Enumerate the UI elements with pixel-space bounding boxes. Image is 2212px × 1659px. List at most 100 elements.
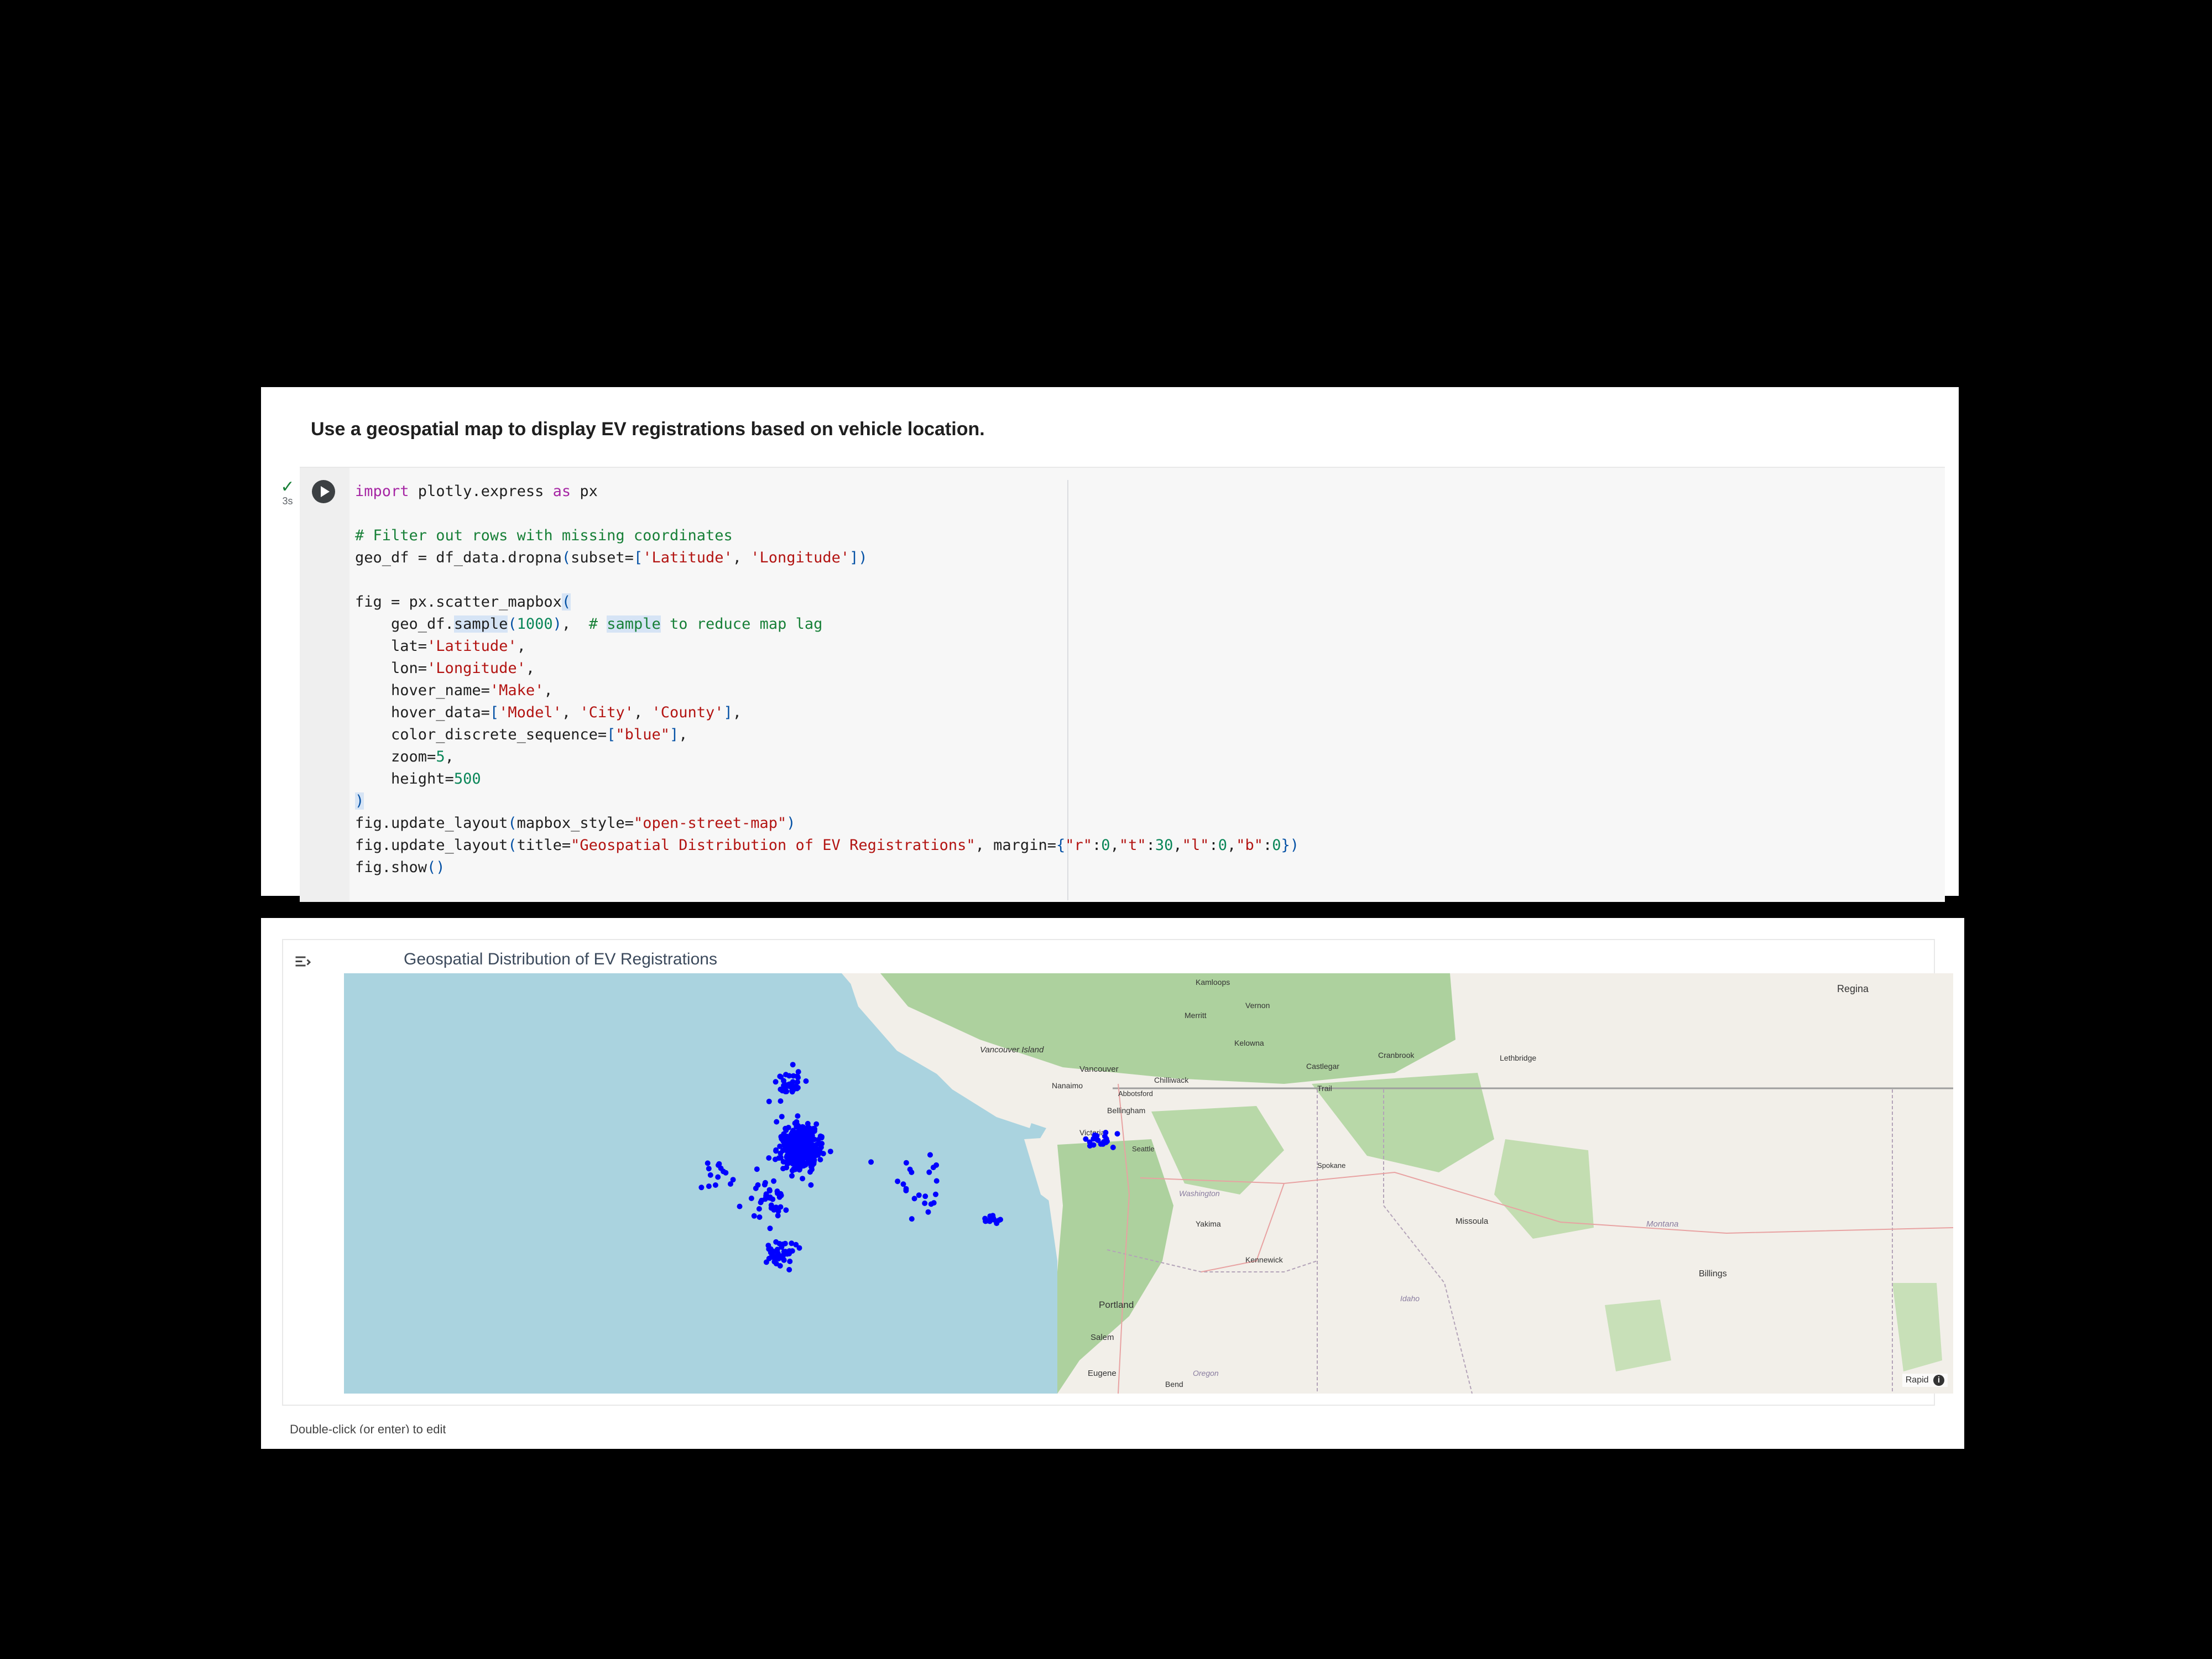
ev-registration-point[interactable] <box>811 1159 817 1165</box>
ev-registration-point[interactable] <box>706 1183 712 1190</box>
ev-registration-point[interactable] <box>716 1162 721 1168</box>
ev-registration-point[interactable] <box>808 1182 814 1188</box>
ev-registration-point[interactable] <box>780 1166 786 1172</box>
ev-registration-point[interactable] <box>776 1253 782 1259</box>
ev-registration-point[interactable] <box>1103 1130 1109 1135</box>
code-cell[interactable]: ✓ 3s import plotly.express as px # Filte… <box>280 467 1945 902</box>
ev-registration-point[interactable] <box>907 1166 913 1172</box>
ev-registration-point[interactable] <box>706 1166 712 1172</box>
ev-registration-point[interactable] <box>790 1062 796 1068</box>
ev-registration-point[interactable] <box>794 1086 800 1092</box>
ev-registration-point[interactable] <box>751 1213 757 1219</box>
ev-registration-point[interactable] <box>773 1156 778 1162</box>
output-toggle-icon[interactable] <box>293 952 313 972</box>
ev-registration-point[interactable] <box>800 1124 806 1130</box>
ev-registration-point[interactable] <box>786 1267 792 1272</box>
ev-registration-point[interactable] <box>783 1207 789 1213</box>
ev-registration-point[interactable] <box>775 1208 781 1214</box>
ev-registration-point[interactable] <box>797 1154 804 1160</box>
ev-registration-point[interactable] <box>786 1073 792 1079</box>
ev-registration-point[interactable] <box>900 1181 906 1187</box>
ev-registration-point[interactable] <box>771 1178 777 1184</box>
ev-registration-point[interactable] <box>705 1160 711 1166</box>
ev-registration-point[interactable] <box>787 1081 793 1087</box>
ev-registration-point[interactable] <box>817 1157 823 1162</box>
ev-registration-point[interactable] <box>927 1152 933 1158</box>
ev-registration-point[interactable] <box>780 1159 786 1165</box>
ev-registration-point[interactable] <box>803 1078 809 1084</box>
run-cell-button[interactable] <box>312 480 335 503</box>
ev-registration-point[interactable] <box>763 1192 769 1198</box>
ev-registration-point[interactable] <box>754 1166 760 1172</box>
ev-registration-point[interactable] <box>712 1182 718 1188</box>
ev-registration-point[interactable] <box>784 1154 790 1160</box>
ev-registration-point[interactable] <box>799 1143 805 1149</box>
ev-registration-point[interactable] <box>777 1073 783 1079</box>
ev-registration-point[interactable] <box>796 1167 802 1173</box>
ev-registration-point[interactable] <box>987 1218 993 1224</box>
ev-registration-point[interactable] <box>808 1141 813 1147</box>
ev-registration-point[interactable] <box>794 1123 800 1129</box>
ev-registration-point[interactable] <box>782 1240 788 1246</box>
ev-registration-point[interactable] <box>773 1148 779 1154</box>
ev-registration-point[interactable] <box>761 1182 768 1188</box>
ev-registration-point[interactable] <box>784 1088 790 1094</box>
ev-registration-point[interactable] <box>786 1160 792 1166</box>
ev-registration-point[interactable] <box>928 1201 934 1207</box>
ev-registration-point[interactable] <box>807 1169 813 1175</box>
ev-registration-point[interactable] <box>789 1240 795 1246</box>
ev-registration-point[interactable] <box>795 1079 801 1085</box>
ev-registration-point[interactable] <box>803 1152 809 1159</box>
ev-registration-point[interactable] <box>909 1216 915 1222</box>
ev-registration-point[interactable] <box>990 1213 996 1219</box>
ev-registration-point[interactable] <box>933 1191 938 1197</box>
ev-registration-point[interactable] <box>773 1261 779 1267</box>
ev-registration-point[interactable] <box>766 1098 772 1104</box>
ev-registration-point[interactable] <box>1114 1131 1120 1137</box>
ev-registration-point[interactable] <box>796 1245 802 1251</box>
ev-registration-point[interactable] <box>773 1079 779 1085</box>
code-editor[interactable]: import plotly.express as px # Filter out… <box>355 481 1299 879</box>
ev-registration-point[interactable] <box>789 1088 795 1094</box>
ev-registration-point[interactable] <box>1083 1136 1089 1142</box>
ev-registration-point[interactable] <box>774 1188 780 1194</box>
ev-registration-point[interactable] <box>715 1174 721 1180</box>
ev-registration-point[interactable] <box>930 1165 936 1171</box>
ev-registration-point[interactable] <box>707 1172 713 1178</box>
ev-registration-point[interactable] <box>730 1177 736 1183</box>
ev-registration-point[interactable] <box>767 1225 773 1232</box>
ev-registration-point[interactable] <box>784 1142 790 1148</box>
ev-registration-point[interactable] <box>903 1186 909 1192</box>
ev-registration-point[interactable] <box>781 1078 787 1084</box>
ev-registration-point[interactable] <box>998 1217 1003 1223</box>
ev-registration-point[interactable] <box>793 1147 799 1154</box>
ev-registration-point[interactable] <box>801 1139 807 1145</box>
ev-registration-point[interactable] <box>827 1149 833 1155</box>
ev-registration-point[interactable] <box>911 1196 917 1202</box>
ev-registration-point[interactable] <box>1110 1144 1116 1150</box>
ev-registration-point[interactable] <box>813 1152 820 1158</box>
ev-registration-point[interactable] <box>790 1143 796 1149</box>
ev-registration-point[interactable] <box>753 1185 759 1191</box>
ev-registration-point[interactable] <box>801 1130 807 1136</box>
ev-registration-point[interactable] <box>925 1209 931 1215</box>
ev-registration-point[interactable] <box>794 1134 800 1140</box>
ev-registration-point[interactable] <box>926 1169 932 1175</box>
ev-registration-point[interactable] <box>795 1113 801 1119</box>
markdown-cell-text[interactable]: Use a geospatial map to display EV regis… <box>311 419 985 440</box>
ev-registration-point[interactable] <box>1091 1142 1097 1148</box>
ev-registration-point[interactable] <box>783 1128 789 1133</box>
ev-registration-point[interactable] <box>737 1203 743 1209</box>
ev-registration-point[interactable] <box>776 1241 782 1246</box>
ev-registration-point[interactable] <box>757 1214 763 1220</box>
ev-registration-point[interactable] <box>801 1160 807 1166</box>
ev-registration-point[interactable] <box>789 1173 795 1179</box>
info-icon[interactable]: i <box>1933 1375 1944 1386</box>
ev-registration-point[interactable] <box>813 1121 820 1127</box>
ev-registration-point[interactable] <box>763 1259 769 1265</box>
map-canvas[interactable]: Kamloops Vernon Merritt Kelowna Vancouver Is… <box>344 973 1953 1394</box>
ev-registration-point[interactable] <box>721 1168 726 1175</box>
ev-registration-point[interactable] <box>766 1246 772 1252</box>
ev-registration-point[interactable] <box>1101 1139 1107 1145</box>
ev-registration-point[interactable] <box>922 1193 928 1199</box>
